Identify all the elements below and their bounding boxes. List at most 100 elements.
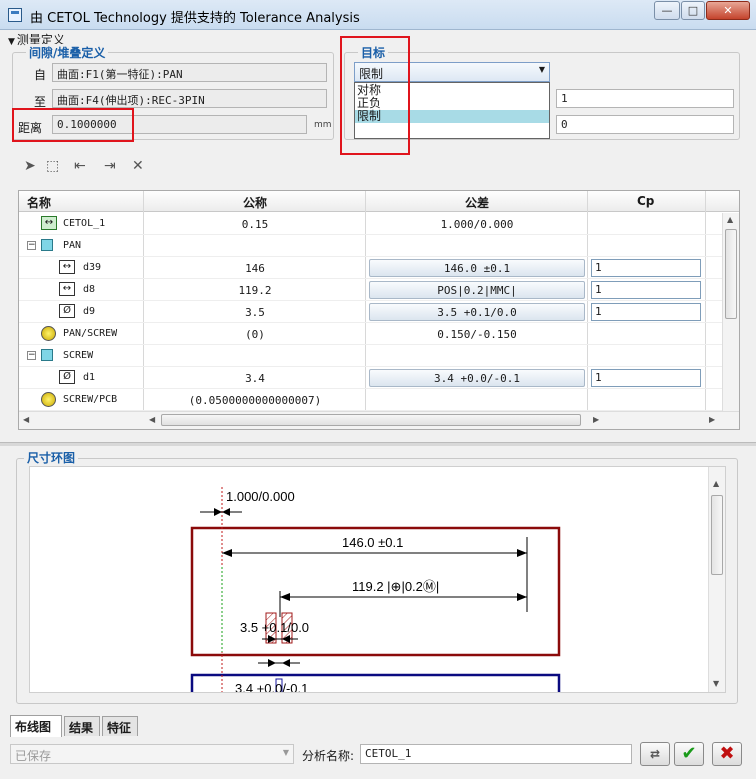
target-lower-field[interactable]: 0 [556, 115, 734, 134]
target-upper-field[interactable]: 1 [556, 89, 734, 108]
table-row[interactable]: ↔ d8 119.2 POS|0.2|MMC| 1 [19, 279, 723, 301]
table-header: 名称 公称 公差 Cp [19, 191, 739, 212]
part-icon [41, 239, 53, 251]
header-cp: Cp [637, 194, 655, 208]
table-vertical-scrollbar[interactable]: ▲ [722, 213, 739, 411]
cp-input[interactable]: 1 [591, 281, 701, 299]
row-tolerance: 0.150/-0.150 [437, 328, 517, 341]
scroll-left-icon[interactable]: ◀ [23, 415, 29, 424]
ok-check-button[interactable]: ✔ [674, 742, 704, 766]
part-icon [41, 349, 53, 361]
diagram-vertical-scrollbar[interactable]: ▲ ▼ [708, 467, 725, 692]
cp-input[interactable]: 1 [591, 303, 701, 321]
window-title: 由 CETOL Technology 提供支持的 Tolerance Analy… [30, 11, 360, 26]
app-icon [8, 8, 22, 22]
tolerance-button[interactable]: 3.4 +0.0/-0.1 [369, 369, 585, 387]
close-button[interactable]: ✕ [706, 1, 750, 20]
arrow-head [280, 593, 290, 601]
dim-34-label: 3.4 +0.0/-0.1 [235, 681, 308, 693]
tolerance-button[interactable]: 146.0 ±0.1 [369, 259, 585, 277]
from-label: 自 [34, 68, 47, 82]
loop-diagram-svg: 1.000/0.000 146.0 ±0.1 119.2 |⊕|0.2Ⓜ| 3.… [190, 487, 561, 693]
table-horizontal-scrollbar[interactable]: ◀ ◀ ▶ ▶ [19, 411, 739, 429]
table-row[interactable]: − SCREW [19, 345, 723, 367]
cp-input[interactable]: 1 [591, 259, 701, 277]
arrow-head [268, 659, 276, 667]
table-row[interactable]: Ø d9 3.5 3.5 +0.1/0.0 1 [19, 301, 723, 323]
tab-features[interactable]: 特征 [102, 716, 138, 736]
loop-diagram-title: 尺寸环图 [24, 449, 79, 466]
tolerance-button[interactable]: POS|0.2|MMC| [369, 281, 585, 299]
gap-definition-title: 间隙/堆叠定义 [26, 44, 109, 61]
arrow-head [517, 593, 527, 601]
row-name: PAN/SCREW [63, 328, 118, 339]
row-nominal: (0.0500000000000007) [188, 394, 322, 407]
table-row[interactable]: SCREW/PCB (0.0500000000000007) [19, 389, 723, 411]
table-row[interactable]: ↔ d39 146 146.0 ±0.1 1 [19, 257, 723, 279]
pane-splitter[interactable] [0, 442, 756, 446]
scroll-up-icon[interactable]: ▲ [727, 215, 733, 224]
status-value: 已保存 [15, 749, 52, 763]
row-nominal: 119.2 [238, 284, 272, 297]
table-row[interactable]: Ø d1 3.4 3.4 +0.0/-0.1 1 [19, 367, 723, 389]
table-row[interactable]: PAN/SCREW (0) 0.150/-0.150 [19, 323, 723, 345]
scroll-right-icon[interactable]: ▶ [593, 415, 599, 424]
scroll-down-icon[interactable]: ▼ [713, 679, 719, 688]
cp-input[interactable]: 1 [591, 369, 701, 387]
cancel-x-button[interactable]: ✖ [712, 742, 742, 766]
header-tolerance: 公差 [465, 196, 490, 210]
assembly-joint-icon [41, 392, 56, 407]
assembly-joint-icon [41, 326, 56, 341]
row-name: PAN [63, 240, 82, 251]
minimize-button[interactable]: — [654, 1, 680, 20]
linear-dimension-icon: ↔ [59, 282, 75, 296]
table-row[interactable]: − PAN [19, 235, 723, 257]
dim-146-label: 146.0 ±0.1 [342, 535, 403, 550]
table-row[interactable]: ↔ CETOL_1 0.15 1.000/0.000 [19, 213, 723, 235]
row-nominal: 0.15 [241, 218, 269, 231]
arrow-head [222, 549, 232, 557]
delete-icon[interactable]: ✕ [132, 158, 144, 174]
tolerance-button[interactable]: 3.5 +0.1/0.0 [369, 303, 585, 321]
scroll-thumb[interactable] [725, 229, 737, 319]
chevron-down-icon: ▼ [282, 748, 289, 757]
gap-icon: ↔ [41, 216, 57, 230]
collapse-icon[interactable]: − [27, 351, 36, 360]
contributor-table: 名称 公称 公差 Cp ↔ CETOL_1 0.15 1.000/0.000 −… [18, 190, 740, 430]
row-name: d1 [83, 372, 96, 383]
add-dimension-icon[interactable]: ⇤ [74, 158, 86, 174]
scroll-left-icon[interactable]: ◀ [149, 415, 155, 424]
row-name: CETOL_1 [63, 218, 106, 229]
dim-35-label: 3.5 +0.1/0.0 [240, 620, 309, 635]
add-multi-dimension-icon[interactable]: ⇥ [104, 158, 116, 174]
scroll-thumb[interactable] [161, 414, 581, 426]
from-field[interactable]: 曲面:F1(第一特征):PAN [52, 63, 327, 82]
row-name: SCREW [63, 350, 94, 361]
scroll-up-icon[interactable]: ▲ [713, 479, 719, 488]
loop-diagram-canvas[interactable]: 1.000/0.000 146.0 ±0.1 119.2 |⊕|0.2Ⓜ| 3.… [29, 466, 726, 693]
diameter-icon: Ø [59, 304, 75, 318]
collapse-icon[interactable]: − [27, 241, 36, 250]
gap-label: 1.000/0.000 [226, 489, 295, 504]
row-name: d9 [83, 306, 96, 317]
row-tolerance: 1.000/0.000 [440, 218, 514, 231]
analysis-name-input[interactable]: CETOL_1 [360, 744, 632, 764]
scroll-thumb[interactable] [711, 495, 723, 575]
analysis-name-label: 分析名称: [302, 749, 355, 763]
arrow-head [517, 549, 527, 557]
highlight-box-target [340, 36, 410, 155]
select-arrow-icon[interactable]: ➤ [24, 158, 36, 174]
row-name: SCREW/PCB [63, 394, 118, 405]
tab-routing-diagram[interactable]: 布线图 [10, 715, 62, 737]
run-analysis-button[interactable]: ⇄ [640, 742, 670, 766]
header-nominal: 公称 [243, 196, 268, 210]
scroll-right-icon[interactable]: ▶ [709, 415, 715, 424]
to-field[interactable]: 曲面:F4(伸出项):REC-3PIN [52, 89, 327, 108]
row-name: d39 [83, 262, 102, 273]
maximize-button[interactable]: □ [681, 1, 705, 20]
highlight-box-distance [12, 108, 134, 142]
tab-results[interactable]: 结果 [64, 716, 100, 736]
add-box-icon[interactable]: ⬚ [46, 158, 59, 174]
status-select[interactable]: 已保存 ▼ [10, 744, 294, 764]
row-nominal: 146 [245, 262, 265, 275]
